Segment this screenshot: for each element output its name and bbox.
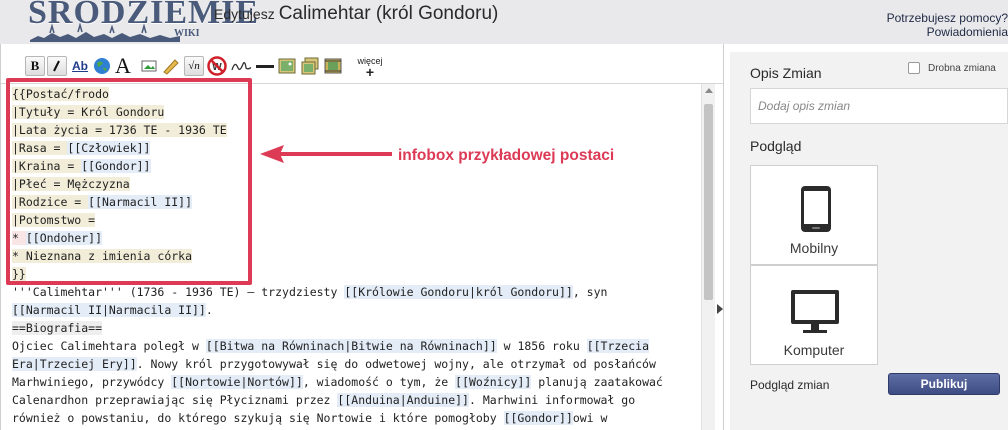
source-segment: . Marhwini informował go — [468, 393, 636, 407]
picture-icon — [278, 58, 296, 74]
site-logo[interactable]: ŚRODZIEMIE WIKI — [28, 0, 258, 44]
source-segment: [[Nortowie|Nortów]] — [171, 375, 303, 389]
source-segment: , wiadomość o tym, że — [302, 375, 456, 389]
logo-wiki-label: WIKI — [174, 28, 200, 39]
headline-button[interactable]: A — [113, 53, 133, 78]
math-button[interactable]: √n — [184, 56, 204, 76]
edit-sidebar: Opis Zmian Drobna zmiana Dodaj opis zmia… — [730, 52, 1008, 430]
source-segment: '''Calimehtar''' (1736 - 1936 TE) – trzy… — [12, 285, 345, 299]
gallery-icon — [301, 57, 319, 75]
mobile-preview-button[interactable]: Mobilny — [750, 165, 878, 265]
source-segment: [[Bitwa na Równinach|Bitwie na Równinach… — [205, 339, 497, 353]
math-icon: √n — [188, 60, 200, 72]
annotation-highlight-box — [6, 78, 252, 285]
monitor-icon — [791, 290, 839, 333]
source-segment: ==Biografia== — [12, 321, 103, 335]
source-segment: [[Królowie Gondoru|król Gondoru]] — [344, 285, 573, 299]
external-link-button[interactable] — [92, 56, 112, 76]
image-icon — [141, 60, 157, 72]
page-header: ŚRODZIEMIE WIKI Edytujesz Calimehtar (kró… — [0, 0, 1008, 44]
source-line: również o powstaniu, do którego szykują … — [12, 409, 607, 427]
source-segment: również o powstaniu, do którego szykują … — [12, 411, 504, 425]
bold-icon: B — [30, 58, 40, 73]
source-line: Ojciec Calimehtara poległ w [[Bitwa na R… — [12, 337, 649, 355]
scroll-up-icon[interactable] — [705, 88, 713, 93]
source-segment: [[Gondor]] — [503, 411, 573, 425]
link-icon: Ab — [72, 59, 88, 73]
headline-icon: A — [115, 53, 131, 78]
help-link[interactable]: Potrzebujesz pomocy? — [887, 11, 1008, 25]
notifications-link[interactable]: Powiadomienia — [887, 25, 1008, 39]
no-wiki-icon: W — [207, 56, 227, 76]
source-line: [[Narmacil II|Narmacila II]]. — [12, 301, 213, 319]
show-changes-link[interactable]: Podgląd zmian — [750, 378, 829, 392]
insert-video-button[interactable] — [323, 56, 343, 76]
minor-edit-toggle[interactable]: Drobna zmiana — [908, 62, 996, 74]
bold-button[interactable]: B — [25, 56, 45, 76]
more-tools-button[interactable]: więcej + — [353, 56, 387, 79]
italic-button[interactable] — [47, 56, 67, 76]
summary-input[interactable]: Dodaj opis zmian — [750, 88, 1008, 124]
source-segment: [[Anduina|Anduine]] — [337, 393, 469, 407]
source-segment: owi w — [572, 411, 608, 425]
edit-page-title: Edytujesz Calimehtar (król Gondoru) — [214, 3, 498, 25]
annotation-arrow-icon — [260, 145, 392, 163]
preview-label: Podgląd — [750, 138, 802, 154]
embedded-image-button[interactable] — [139, 56, 159, 76]
source-line: ==Biografia== — [12, 319, 103, 337]
source-segment: w 1856 roku — [496, 339, 587, 353]
source-line: Marhwiniego, przywódcy [[Nortowie|Nortów… — [12, 373, 663, 391]
minor-edit-checkbox[interactable] — [908, 62, 920, 74]
plus-icon: + — [365, 64, 375, 80]
publish-button[interactable]: Publikuj — [888, 373, 1000, 395]
source-segment: Marhwiniego, przywódcy — [12, 375, 172, 389]
page-title: Calimehtar (król Gondoru) — [278, 3, 499, 24]
desktop-preview-button[interactable]: Komputer — [750, 265, 878, 365]
source-segment: planują zaatakować — [531, 375, 663, 389]
source-segment: , syn — [572, 285, 608, 299]
mobile-label: Mobilny — [789, 240, 839, 256]
source-line: Era|Trzeciej Ery]]. Nowy król przygotowy… — [12, 355, 656, 373]
italic-icon — [53, 60, 60, 72]
internal-link-button[interactable]: Ab — [70, 56, 90, 76]
source-line: '''Calimehtar''' (1736 - 1936 TE) – trzy… — [12, 283, 607, 301]
summary-label: Opis Zmian — [750, 65, 822, 81]
media-link-button[interactable] — [161, 56, 181, 76]
source-segment: Calenardhon przeprawiając się Płyciznami… — [12, 393, 338, 407]
insert-image-button[interactable] — [277, 56, 297, 76]
pencil-icon — [163, 59, 179, 75]
horizontal-line-button[interactable] — [255, 56, 275, 76]
horizontal-line-icon — [256, 65, 274, 68]
desktop-label: Komputer — [783, 342, 845, 358]
smartphone-icon — [801, 186, 831, 232]
source-segment: [[Narmacil II|Narmacila II]] — [12, 303, 206, 317]
editor-scrollbar[interactable] — [701, 84, 715, 430]
minor-edit-label: Drobna zmiana — [928, 62, 996, 74]
logo-horsemen-icon — [30, 22, 180, 42]
source-segment: Ojciec Calimehtara poległ w — [12, 339, 206, 353]
source-segment: [[Woźnicy]] — [455, 375, 532, 389]
edit-prefix: Edytujesz — [214, 6, 275, 22]
annotation-label: infobox przykładowej postaci — [398, 147, 615, 164]
source-segment: . Nowy król przygotowywał się do odwetow… — [136, 357, 656, 371]
help-links: Potrzebujesz pomocy? Powiadomienia — [887, 11, 1008, 39]
film-icon — [324, 58, 342, 74]
nowiki-button[interactable]: W — [207, 56, 227, 76]
signature-icon — [231, 62, 251, 71]
signature-button[interactable] — [231, 56, 251, 76]
source-segment: [[Trzecia — [586, 339, 649, 353]
scroll-thumb[interactable] — [704, 104, 713, 300]
source-segment: . — [205, 303, 213, 317]
globe-icon — [94, 58, 110, 74]
insert-gallery-button[interactable] — [300, 56, 320, 76]
source-line: Calenardhon przeprawiając się Płyciznami… — [12, 391, 635, 409]
collapse-sidebar-icon[interactable] — [717, 304, 723, 314]
source-segment: Era|Trzeciej Ery]] — [12, 357, 137, 371]
